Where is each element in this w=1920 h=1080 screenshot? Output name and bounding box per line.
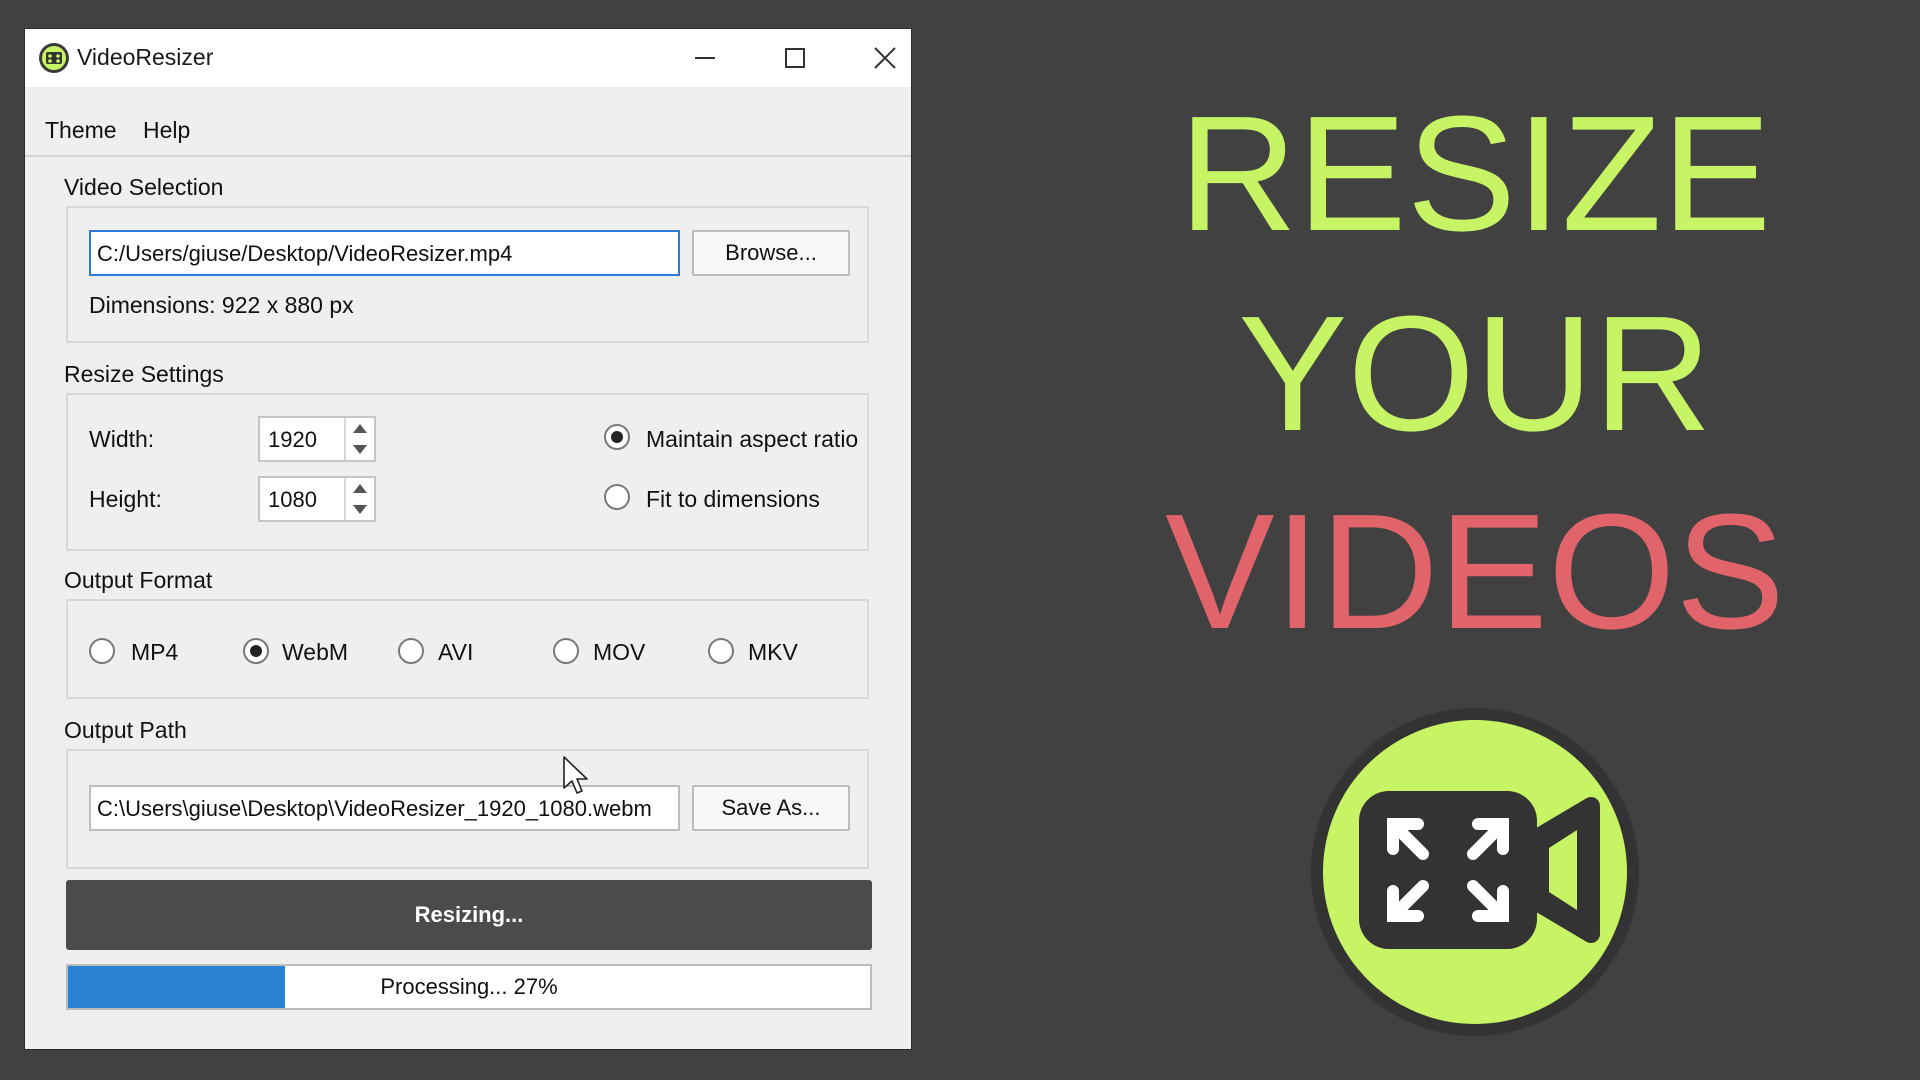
menu-help[interactable]: Help [143, 117, 190, 144]
height-value[interactable]: 1080 [268, 487, 317, 513]
format-mkv-radio[interactable] [708, 638, 734, 664]
title-bar[interactable]: VideoResizer [25, 29, 911, 87]
format-mp4-radio[interactable] [89, 638, 115, 664]
film-reel-icon [39, 43, 69, 73]
format-webm-label[interactable]: WebM [282, 639, 348, 666]
headline-line-3: VIDEOS [1165, 480, 1785, 663]
maintain-aspect-label[interactable]: Maintain aspect ratio [646, 426, 858, 453]
height-spin-arrows [344, 478, 374, 520]
close-icon [874, 47, 896, 69]
browse-button[interactable]: Browse... [692, 230, 850, 276]
output-path-label: Output Path [64, 717, 187, 743]
format-mov-radio[interactable] [553, 638, 579, 664]
format-avi-label[interactable]: AVI [438, 639, 473, 666]
maximize-button[interactable] [765, 29, 825, 87]
resize-settings-label: Resize Settings [64, 361, 224, 387]
radio-selected-dot [611, 431, 623, 443]
video-selection-label: Video Selection [64, 174, 224, 200]
dimensions-text: Dimensions: 922 x 880 px [89, 292, 354, 318]
format-mp4-label[interactable]: MP4 [131, 639, 178, 666]
output-path-group: C:\Users\giuse\Desktop\VideoResizer_1920… [66, 749, 869, 869]
width-spinbox[interactable]: 1920 [258, 416, 376, 462]
headline-line-1: RESIZE [1178, 82, 1772, 265]
chevron-down-icon [353, 505, 367, 514]
progress-bar: Processing... 27% [66, 964, 872, 1010]
output-format-group: MP4 WebM AVI MOV MKV [66, 599, 869, 699]
output-format-label: Output Format [64, 567, 213, 593]
width-label: Width: [89, 426, 155, 452]
width-spin-arrows [344, 418, 374, 460]
app-window: VideoResizer Theme Help Video Selection … [25, 29, 911, 1049]
format-mkv-label[interactable]: MKV [748, 639, 798, 666]
window-title: VideoResizer [77, 44, 214, 70]
width-decrement[interactable] [346, 439, 374, 460]
height-increment[interactable] [346, 478, 374, 499]
width-value[interactable]: 1920 [268, 427, 317, 453]
resize-settings-group: Width: 1920 Height: 1080 Maintain aspect… [66, 393, 869, 551]
height-label: Height: [89, 486, 162, 512]
resize-button[interactable]: Resizing... [66, 880, 872, 950]
minimize-icon [695, 57, 715, 59]
menu-theme[interactable]: Theme [45, 117, 117, 144]
width-increment[interactable] [346, 418, 374, 439]
video-selection-group: C:/Users/giuse/Desktop/VideoResizer.mp4 … [66, 206, 869, 343]
headline-line-2: YOUR [1238, 282, 1712, 465]
height-decrement[interactable] [346, 499, 374, 520]
progress-text: Processing... 27% [380, 974, 558, 999]
fit-dimensions-label[interactable]: Fit to dimensions [646, 486, 820, 513]
video-path-input[interactable]: C:/Users/giuse/Desktop/VideoResizer.mp4 [89, 230, 680, 276]
save-as-button[interactable]: Save As... [692, 785, 850, 831]
video-camera-expand-icon [1311, 708, 1639, 1036]
format-webm-radio[interactable] [243, 638, 269, 664]
minimize-button[interactable] [675, 29, 735, 87]
close-button[interactable] [855, 29, 915, 87]
maintain-aspect-radio[interactable] [604, 424, 630, 450]
chevron-up-icon [353, 424, 367, 433]
radio-selected-dot [250, 645, 262, 657]
mouse-cursor-icon [563, 756, 588, 794]
maximize-icon [785, 48, 805, 68]
output-path-input[interactable]: C:\Users\giuse\Desktop\VideoResizer_1920… [89, 785, 680, 831]
format-avi-radio[interactable] [398, 638, 424, 664]
menu-bar: Theme Help [25, 87, 911, 157]
fit-dimensions-radio[interactable] [604, 484, 630, 510]
chevron-down-icon [353, 445, 367, 454]
chevron-up-icon [353, 484, 367, 493]
height-spinbox[interactable]: 1080 [258, 476, 376, 522]
format-mov-label[interactable]: MOV [593, 639, 645, 666]
